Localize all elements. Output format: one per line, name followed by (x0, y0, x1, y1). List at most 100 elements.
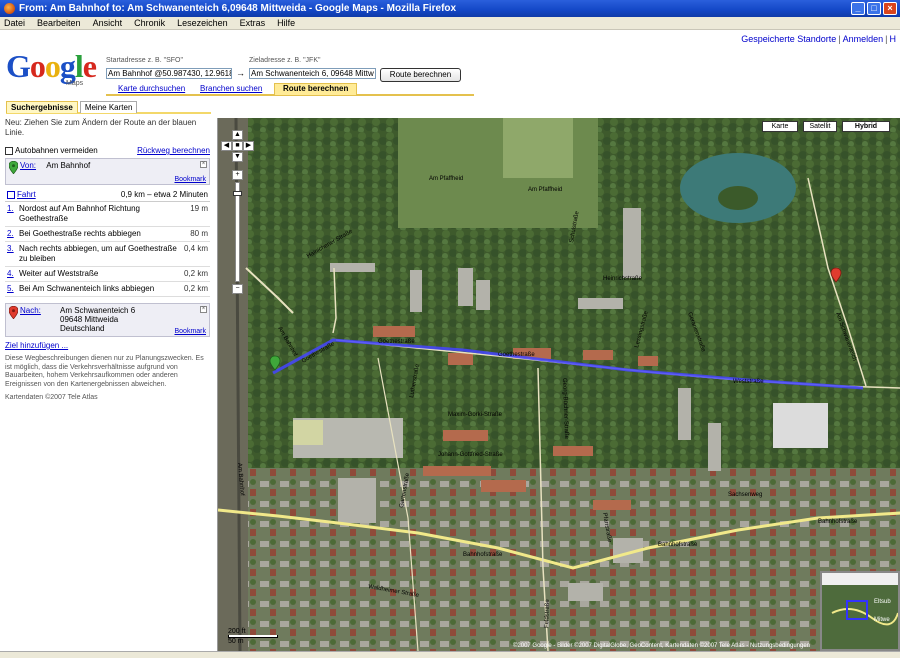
panel-copyright: Kartendaten ©2007 Tele Atlas (5, 394, 98, 401)
to-arrow-icon: → (236, 68, 245, 78)
add-destination-link[interactable]: Ziel hinzufügen ... (5, 341, 68, 350)
street-label: Am Pfaffheid (528, 187, 562, 193)
destination-box: Nach: Am Schwanenteich 6 09648 Mittweida… (5, 303, 210, 337)
menu-extras[interactable]: Extras (240, 18, 266, 28)
street-label: Johann-Gottfried-Straße (438, 452, 503, 458)
map-copyright: ©2007 Google - Bilder ©2007 DigitalGlobe… (512, 643, 810, 649)
directions-panel: Neu: Ziehen Sie zum Ändern der Route an … (5, 118, 210, 658)
street-label: Am Pfaffheid (429, 176, 463, 182)
pan-up-icon[interactable]: ▲ (232, 130, 243, 140)
start-label: Startadresse z. B. "SFO" (106, 57, 183, 64)
menu-datei[interactable]: Datei (4, 18, 25, 28)
overview-map[interactable]: Eltsub Mitwe (820, 571, 900, 651)
panel-tabs: Suchergebnisse Meine Karten (6, 101, 211, 114)
close-icon[interactable]: × (883, 2, 897, 15)
street-label: Bahnhofstraße (463, 552, 503, 558)
map-type-satellite[interactable]: Satellit (803, 121, 837, 132)
pan-right-icon[interactable]: ▶ (243, 141, 254, 151)
avoid-highways-checkbox[interactable] (5, 146, 13, 155)
avoid-highways-option[interactable]: Autobahnen vermeiden (5, 146, 98, 155)
direction-step[interactable]: 3. Nach rechts abbiegen, um auf Goethestr… (5, 242, 210, 267)
drive-summary: Fahrt 0,9 km – etwa 2 Minuten (5, 187, 210, 202)
direction-step[interactable]: 4. Weiter auf Weststraße 0,2 km (5, 267, 210, 282)
pan-center-icon[interactable]: ■ (232, 141, 243, 151)
title-bar: From: Am Bahnhof to: Am Schwanenteich 6,… (0, 0, 900, 17)
direction-step[interactable]: 2. Bei Goethestraße rechts abbiegen 80 m (5, 227, 210, 242)
to-address-line3: Deutschland (60, 324, 105, 333)
satellite-map[interactable]: Am Pfaffheid Am Pfaffheid Schulstraße He… (217, 118, 900, 651)
dest-label: Zieladresse z. B. "JFK" (249, 57, 321, 64)
satellite-imagery[interactable]: Am Pfaffheid Am Pfaffheid Schulstraße He… (218, 118, 900, 651)
pan-down-icon[interactable]: ▼ (232, 152, 243, 162)
to-label[interactable]: Nach: (20, 306, 41, 315)
minimize-icon[interactable]: _ (851, 2, 865, 15)
login-link[interactable]: Anmelden (843, 34, 884, 44)
street-label: Goethestraße (378, 339, 415, 345)
street-label: Heinrichstraße (603, 276, 643, 282)
zoom-in-icon[interactable]: + (232, 170, 243, 180)
firefox-icon (4, 3, 15, 14)
direction-step[interactable]: 5. Bei Am Schwanenteich links abbiegen 0,2… (5, 282, 210, 297)
start-box: Von: Am Bahnhof × Bookmark (5, 158, 210, 185)
tab-search-map[interactable]: Karte durchsuchen (118, 84, 185, 93)
overview-label: Mitwe (874, 617, 890, 623)
direction-step[interactable]: 1. Nordost auf Am Bahnhof Richtung Goethe… (5, 202, 210, 227)
top-links: Gespeicherte Standorte | Anmelden | H (741, 34, 896, 44)
start-input[interactable]: Am Bahnhof @50.987430, 12.96186 (106, 68, 232, 79)
street-label: Goethestraße (498, 352, 535, 358)
menu-chronik[interactable]: Chronik (134, 18, 165, 28)
map-scale: 200 ft 50 m (228, 628, 278, 645)
from-value: Am Bahnhof (46, 161, 91, 170)
menu-bearbeiten[interactable]: Bearbeiten (37, 18, 81, 28)
maximize-icon[interactable]: □ (867, 2, 881, 15)
menu-lesezeichen[interactable]: Lesezeichen (177, 18, 228, 28)
street-label: Weststraße (733, 379, 764, 385)
search-mode-tabs: Karte durchsuchen Branchen suchen Route … (106, 83, 474, 96)
zoom-slider[interactable] (233, 182, 242, 282)
bookmark-start-link[interactable]: Bookmark (174, 176, 206, 183)
drive-toggle-icon[interactable] (7, 190, 15, 199)
scale-top-label: 200 ft (228, 628, 246, 635)
tab-search-business[interactable]: Branchen suchen (200, 84, 262, 93)
remove-start-icon[interactable]: × (200, 161, 207, 168)
menu-hilfe[interactable]: Hilfe (277, 18, 295, 28)
green-marker-icon (9, 161, 18, 174)
window-title: From: Am Bahnhof to: Am Schwanenteich 6,… (19, 3, 457, 14)
map-type-hybrid[interactable]: Hybrid (842, 121, 890, 132)
street-label: Maxim-Gorki-Straße (448, 412, 503, 418)
to-address-line1: Am Schwanenteich 6 (60, 306, 136, 315)
status-bar (0, 651, 900, 658)
help-link[interactable]: H (890, 34, 897, 44)
saved-locations-link[interactable]: Gespeicherte Standorte (741, 34, 836, 44)
reverse-route-link[interactable]: Rückweg berechnen (137, 146, 210, 155)
google-maps-logo[interactable]: Google Maps (6, 50, 106, 90)
street-label: Feldstraße (544, 599, 551, 629)
disclaimer-text: Diese Wegbeschreibungen dienen nur zu Pl… (5, 355, 204, 388)
street-label: Sachsenweg (728, 492, 762, 498)
drive-summary-text: 0,9 km – etwa 2 Minuten (120, 190, 208, 199)
dest-input[interactable]: Am Schwanenteich 6, 09648 Mittw (249, 68, 376, 79)
scale-bottom-label: 50 m (228, 638, 244, 645)
zoom-handle[interactable] (233, 191, 242, 196)
to-address-line2: 09648 Mittweida (60, 315, 119, 324)
overview-imagery: Eltsub Mitwe (822, 573, 899, 649)
bookmark-destination-link[interactable]: Bookmark (174, 328, 206, 335)
menu-ansicht[interactable]: Ansicht (93, 18, 123, 28)
zoom-out-icon[interactable]: − (232, 284, 243, 294)
tab-search-results[interactable]: Suchergebnisse (6, 101, 78, 113)
street-label: Bahnhofstraße (818, 519, 858, 525)
street-label: Bahnhofstraße (658, 542, 698, 548)
drag-hint: Neu: Ziehen Sie zum Ändern der Route an … (5, 118, 197, 137)
red-marker-icon (9, 306, 18, 319)
from-label[interactable]: Von: (20, 161, 36, 170)
tab-directions[interactable]: Route berechnen (274, 83, 358, 95)
menu-bar: Datei Bearbeiten Ansicht Chronik Lesezei… (0, 17, 900, 30)
drive-link[interactable]: Fahrt (17, 190, 36, 199)
remove-destination-icon[interactable]: × (200, 306, 207, 313)
overview-label: Eltsub (874, 599, 891, 605)
logo-maps-label: Maps (66, 80, 84, 87)
pan-left-icon[interactable]: ◀ (221, 141, 232, 151)
map-type-karte[interactable]: Karte (762, 121, 798, 132)
route-calculate-button[interactable]: Route berechnen (380, 68, 461, 82)
tab-my-maps[interactable]: Meine Karten (79, 101, 138, 113)
